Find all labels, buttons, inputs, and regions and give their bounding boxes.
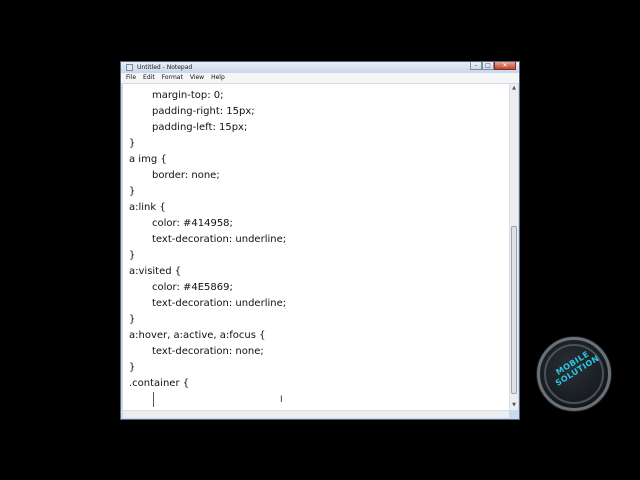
code-line: padding-left: 15px;	[152, 122, 248, 133]
scroll-up-arrow-icon[interactable]: ▲	[510, 84, 518, 93]
code-line: a img {	[129, 154, 167, 165]
code-line: color: #414958;	[152, 218, 233, 229]
code-line: border: none;	[152, 170, 220, 181]
code-line: color: #4E5869;	[152, 282, 233, 293]
horizontal-scrollbar[interactable]	[123, 410, 509, 418]
code-line: text-decoration: underline;	[152, 234, 287, 245]
code-line: padding-right: 15px;	[152, 106, 255, 117]
menu-bar: File Edit Format View Help	[121, 73, 519, 84]
menu-file[interactable]: File	[126, 73, 136, 83]
window-title: Untitled - Notepad	[137, 64, 193, 71]
code-line: }	[129, 186, 136, 197]
code-line: .container {	[129, 378, 190, 389]
scroll-thumb[interactable]	[511, 226, 517, 394]
code-line: }	[129, 250, 136, 261]
code-line: a:link {	[129, 202, 166, 213]
window-controls: – □ ✕	[470, 62, 516, 71]
code-line: margin-top: 0;	[152, 90, 224, 101]
code-line: text-decoration: underline;	[152, 298, 287, 309]
notepad-icon	[126, 64, 133, 71]
notepad-window: Untitled - Notepad – □ ✕ File Edit Forma…	[120, 61, 520, 420]
minimize-button[interactable]: –	[470, 62, 482, 70]
code-line: }	[129, 314, 136, 325]
scroll-down-arrow-icon[interactable]: ▼	[510, 401, 518, 410]
close-icon: ✕	[502, 61, 508, 69]
code-line: a:hover, a:active, a:focus {	[129, 330, 266, 341]
text-caret	[153, 392, 154, 407]
title-bar[interactable]: Untitled - Notepad – □ ✕	[121, 62, 519, 73]
maximize-button[interactable]: □	[482, 62, 494, 70]
ibeam-cursor-icon: I	[280, 395, 283, 405]
maximize-icon: □	[485, 61, 491, 69]
text-editor-area[interactable]: margin-top: 0; padding-right: 15px; paddin…	[123, 84, 509, 410]
text-lines: margin-top: 0; padding-right: 15px; paddin…	[129, 88, 286, 392]
code-line: }	[129, 362, 136, 373]
menu-help[interactable]: Help	[211, 73, 225, 83]
code-line: a:visited {	[129, 266, 182, 277]
menu-view[interactable]: View	[190, 73, 204, 83]
watermark-logo: MOBILE SOLUTION	[537, 337, 611, 411]
close-button[interactable]: ✕	[494, 62, 516, 70]
code-line: }	[129, 138, 136, 149]
minimize-icon: –	[474, 61, 478, 69]
menu-edit[interactable]: Edit	[143, 73, 155, 83]
code-line: text-decoration: none;	[152, 346, 264, 357]
vertical-scrollbar[interactable]: ▲ ▼	[509, 84, 518, 410]
menu-format[interactable]: Format	[162, 73, 183, 83]
